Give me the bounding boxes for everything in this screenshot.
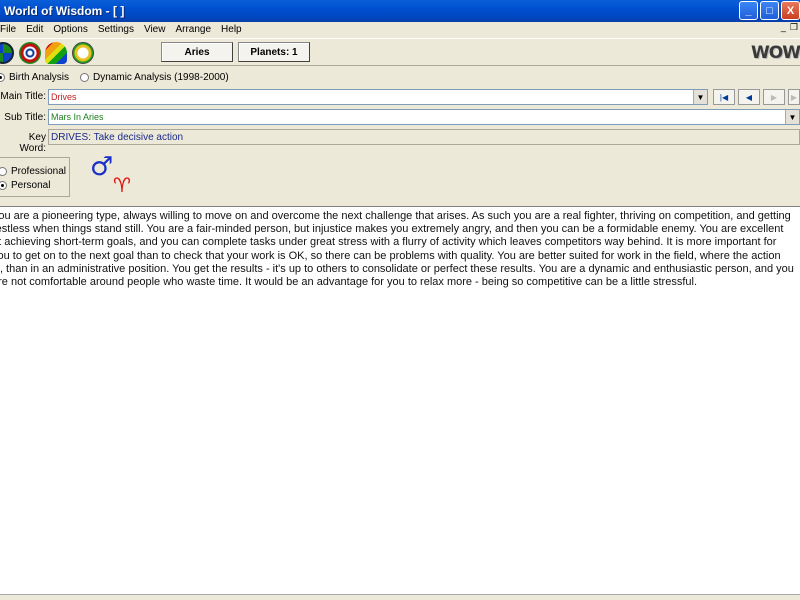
- menu-bar: File Edit Options Settings View Arrange …: [0, 22, 800, 37]
- professional-option[interactable]: Professional: [0, 164, 69, 178]
- maximize-button[interactable]: □: [760, 1, 779, 20]
- last-button[interactable]: ▶: [788, 89, 800, 105]
- birth-analysis-radio[interactable]: [0, 72, 5, 82]
- menu-view[interactable]: View: [139, 24, 171, 35]
- key-word-label: Key Word:: [19, 132, 47, 154]
- last-icon: ▶: [790, 92, 798, 102]
- previous-icon: ◀: [745, 92, 753, 102]
- wow-logo: WOW: [751, 43, 800, 63]
- chart-wheel-icon[interactable]: [0, 42, 14, 64]
- dynamic-analysis-radio[interactable]: [80, 72, 90, 82]
- chevron-down-icon[interactable]: ▼: [693, 90, 707, 104]
- planets-button[interactable]: Planets: 1: [238, 42, 310, 62]
- rainbow-icon[interactable]: [45, 42, 67, 64]
- analysis-options: Birth Analysis Dynamic Analysis (1998-20…: [0, 70, 229, 84]
- window-controls: _ □ X: [739, 1, 800, 20]
- mode-group: Professional Personal: [0, 157, 70, 197]
- personal-radio[interactable]: [0, 180, 7, 190]
- target-icon[interactable]: [19, 42, 41, 64]
- mdi-restore-button[interactable]: ❐: [790, 22, 798, 33]
- mdi-minimize-button[interactable]: _: [781, 22, 786, 33]
- mdi-controls: _ ❐: [781, 22, 798, 33]
- status-bar: [0, 594, 800, 600]
- professional-label: Professional: [11, 165, 67, 177]
- menu-arrange[interactable]: Arrange: [170, 24, 216, 35]
- next-button[interactable]: ▶: [763, 89, 785, 105]
- menu-help[interactable]: Help: [216, 24, 247, 35]
- personal-label: Personal: [11, 179, 51, 191]
- interpretation-text: You are a pioneering type, always willin…: [0, 210, 794, 289]
- menu-options[interactable]: Options: [48, 24, 92, 35]
- aries-symbol-icon: ♈: [113, 173, 131, 197]
- main-title-dropdown[interactable]: Drives ▼: [48, 89, 708, 105]
- dynamic-analysis-label: Dynamic Analysis (1998-2000): [93, 71, 229, 83]
- mars-symbol-icon: ♂: [90, 152, 114, 182]
- birth-analysis-label: Birth Analysis: [9, 71, 70, 83]
- chevron-down-icon[interactable]: ▼: [785, 110, 799, 124]
- first-icon: |◀: [719, 92, 729, 102]
- interpretation-text-area[interactable]: You are a pioneering type, always willin…: [0, 206, 800, 594]
- menu-file[interactable]: File: [0, 24, 21, 35]
- previous-button[interactable]: ◀: [738, 89, 760, 105]
- key-word-value: DRIVES: Take decisive action: [51, 131, 184, 143]
- menu-settings[interactable]: Settings: [93, 24, 139, 35]
- minimize-button[interactable]: _: [739, 1, 758, 20]
- menu-edit[interactable]: Edit: [21, 24, 48, 35]
- sign-button[interactable]: Aries: [161, 42, 233, 62]
- close-button[interactable]: X: [781, 1, 800, 20]
- clock-icon[interactable]: [72, 42, 94, 64]
- sub-title-label: Sub Title:: [4, 112, 46, 123]
- toolbar: Aries Planets: 1 WOW: [0, 38, 800, 66]
- main-title-label: Main Title:: [0, 91, 46, 102]
- next-icon: ▶: [770, 92, 778, 102]
- first-button[interactable]: |◀: [713, 89, 735, 105]
- main-title-value: Drives: [51, 92, 77, 102]
- window-title: World of Wisdom - [ ]: [4, 4, 125, 18]
- key-word-field: DRIVES: Take decisive action: [48, 129, 800, 145]
- sub-title-dropdown[interactable]: Mars In Aries ▼: [48, 109, 800, 125]
- professional-radio[interactable]: [0, 166, 7, 176]
- title-bar: World of Wisdom - [ ] _ □ X: [0, 0, 800, 22]
- sub-title-value: Mars In Aries: [51, 112, 104, 122]
- personal-option[interactable]: Personal: [0, 178, 69, 192]
